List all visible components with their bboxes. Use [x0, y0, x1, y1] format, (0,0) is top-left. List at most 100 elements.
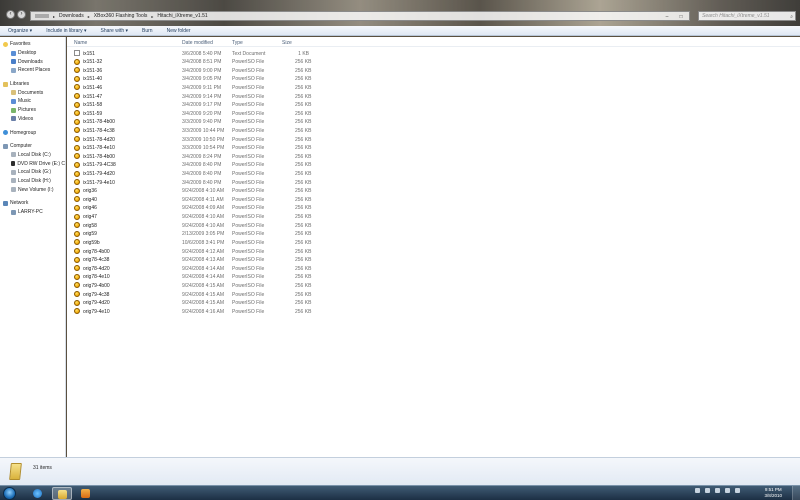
sidebar-item-label: Favorites	[10, 41, 31, 48]
breadcrumb-hitachi-ixtreme[interactable]: Hitachi_iXtreme_v1.51	[157, 13, 207, 19]
maximize-icon[interactable]: □	[678, 14, 684, 20]
file-row[interactable]: ix151-78-4d20 3/3/2009 10:50 PM PowerISO F…	[67, 135, 800, 144]
file-row[interactable]: ix151 3/6/2008 5:40 PM Text Document 1 KB	[67, 49, 800, 58]
search-placeholder: Search Hitachi_iXtreme_v1.51	[702, 13, 770, 19]
search-icon[interactable]: ⌕	[790, 13, 793, 21]
file-row[interactable]: orig78-4c38 9/24/2008 4:13 AM PowerISO Fil…	[67, 256, 800, 265]
address-bar[interactable]: ▸ Downloads ▸ XBox360 Flashing Tools ▸ H…	[30, 11, 690, 21]
sidebar-item-local-disk-g[interactable]: Local Disk (G:)	[0, 168, 65, 177]
sidebar-item-downloads[interactable]: Downloads	[0, 57, 65, 66]
column-header-date-modified[interactable]: Date modified	[182, 40, 213, 46]
taskbar-windows-explorer-button[interactable]	[52, 487, 72, 500]
file-row[interactable]: ix151-78-4e10 3/3/2009 10:54 PM PowerISO F…	[67, 144, 800, 153]
start-button[interactable]	[3, 487, 16, 500]
file-size: 256 KB	[295, 84, 312, 91]
taskbar-clock[interactable]: 9:51 PM 3/8/2010	[764, 487, 782, 499]
file-row[interactable]: ix151-47 3/4/2009 9:14 PM PowerISO File 256…	[67, 92, 800, 101]
file-row[interactable]: ix151-78-4b00 3/3/2009 9:40 PM PowerISO Fi…	[67, 118, 800, 127]
file-size: 256 KB	[295, 257, 312, 264]
file-row[interactable]: ix151-79-4e10 3/4/2009 8:40 PM PowerISO Fi…	[67, 178, 800, 187]
sidebar-item-computer[interactable]: Computer	[0, 142, 65, 151]
sidebar-item-music[interactable]: Music	[0, 97, 65, 106]
minimize-icon[interactable]: ‒	[664, 14, 670, 20]
poweriso-file-icon	[74, 256, 80, 263]
share-with-button[interactable]: Share with ▾	[101, 28, 129, 34]
file-row[interactable]: orig79-4e10 9/24/2008 4:16 AM PowerISO Fil…	[67, 307, 800, 316]
file-name: orig47	[83, 214, 97, 221]
sidebar-item-network[interactable]: Network	[0, 199, 65, 208]
security-tray-icon[interactable]	[715, 488, 720, 493]
search-input[interactable]: Search Hitachi_iXtreme_v1.51 ⌕	[698, 11, 796, 21]
sidebar-item-desktop[interactable]: Desktop	[0, 49, 65, 58]
downloads-icon	[11, 59, 16, 65]
include-in-library-button[interactable]: Include in library ▾	[46, 28, 86, 34]
file-row[interactable]: ix151-40 3/4/2009 9:05 PM PowerISO File 256…	[67, 75, 800, 84]
sidebar-item-local-disk-h[interactable]: Local Disk (H:)	[0, 177, 65, 186]
file-row[interactable]: ix151-79-4d20 3/4/2009 8:40 PM PowerISO Fi…	[67, 170, 800, 179]
sidebar-item-libraries[interactable]: Libraries	[0, 80, 65, 89]
column-header-name[interactable]: Name	[74, 40, 87, 46]
network-tray-icon[interactable]	[695, 488, 700, 493]
file-row[interactable]: orig79-4c38 9/24/2008 4:15 AM PowerISO Fil…	[67, 290, 800, 299]
file-row[interactable]: ix151-36 3/4/2009 9:00 PM PowerISO File 256…	[67, 66, 800, 75]
volume-tray-icon[interactable]	[725, 488, 730, 493]
file-row[interactable]: orig79-4d20 9/24/2008 4:15 AM PowerISO Fil…	[67, 299, 800, 308]
file-row[interactable]: ix151-58 3/4/2009 9:17 PM PowerISO File 256…	[67, 101, 800, 110]
file-row[interactable]: ix151-79-4C38 3/4/2009 8:40 PM PowerISO Fi…	[67, 161, 800, 170]
burn-button[interactable]: Burn	[142, 28, 153, 34]
file-row[interactable]: orig40 9/24/2008 4:11 AM PowerISO File 256 …	[67, 195, 800, 204]
file-type: PowerISO File	[232, 127, 265, 134]
sidebar-item-pictures[interactable]: Pictures	[0, 106, 65, 115]
file-row[interactable]: orig78-4b00 9/24/2008 4:12 AM PowerISO Fil…	[67, 247, 800, 256]
sidebar-item-new-volume-i[interactable]: New Volume (I:)	[0, 185, 65, 194]
file-size: 256 KB	[295, 248, 312, 255]
file-row[interactable]: orig46 9/24/2008 4:09 AM PowerISO File 256 …	[67, 204, 800, 213]
file-row[interactable]: orig58 9/24/2008 4:10 AM PowerISO File 256 …	[67, 221, 800, 230]
flag-tray-icon[interactable]	[705, 488, 710, 493]
file-row[interactable]: ix151-59 3/4/2009 9:20 PM PowerISO File 256…	[67, 109, 800, 118]
taskbar-media-player-button[interactable]	[76, 487, 96, 500]
organize-button[interactable]: Organize ▾	[8, 28, 32, 34]
column-header-type[interactable]: Type	[232, 40, 243, 46]
file-date-modified: 9/24/2008 4:15 AM	[182, 291, 224, 298]
sidebar-item-videos[interactable]: Videos	[0, 115, 65, 124]
file-row[interactable]: orig47 9/24/2008 4:10 AM PowerISO File 256 …	[67, 213, 800, 222]
sidebar-item-documents[interactable]: Documents	[0, 88, 65, 97]
column-headers: Name Date modified Type Size	[67, 37, 800, 47]
back-button[interactable]: ‹	[6, 10, 15, 19]
show-desktop-button[interactable]	[792, 486, 800, 500]
file-row[interactable]: ix151-78-4b00 3/4/2009 8:24 PM PowerISO Fi…	[67, 152, 800, 161]
sidebar-item-recent-places[interactable]: Recent Places	[0, 66, 65, 75]
poweriso-file-icon	[74, 127, 80, 134]
file-row[interactable]: orig78-4d20 9/24/2008 4:14 AM PowerISO Fil…	[67, 264, 800, 273]
computer-icon	[3, 143, 8, 149]
sidebar-item-local-disk-c[interactable]: Local Disk (C:)	[0, 151, 65, 160]
file-row[interactable]: ix151-78-4c38 3/3/2009 10:44 PM PowerISO F…	[67, 126, 800, 135]
breadcrumb-downloads[interactable]: Downloads	[59, 13, 84, 19]
file-size: 256 KB	[295, 291, 312, 298]
sidebar-item-larry-pc[interactable]: LARRY-PC	[0, 208, 65, 217]
file-row[interactable]: orig79-4b00 9/24/2008 4:15 AM PowerISO Fil…	[67, 281, 800, 290]
new-folder-button[interactable]: New folder	[167, 28, 191, 34]
forward-button[interactable]: ›	[17, 10, 26, 19]
file-list-pane: Name Date modified Type Size ix151 3/6/20…	[67, 37, 800, 457]
sidebar-item-favorites[interactable]: Favorites	[0, 40, 65, 49]
file-type: PowerISO File	[232, 239, 265, 246]
poweriso-file-icon	[74, 273, 80, 280]
file-row[interactable]: orig59b 10/6/2008 3:41 PM PowerISO File 256…	[67, 238, 800, 247]
file-row[interactable]: ix151-46 3/4/2009 9:11 PM PowerISO File 256…	[67, 83, 800, 92]
file-row[interactable]: ix151-32 3/4/2008 8:51 PM PowerISO File 256…	[67, 58, 800, 67]
poweriso-file-icon	[74, 75, 80, 82]
file-date-modified: 2/13/2009 3:05 PM	[182, 231, 225, 238]
taskbar-internet-explorer-button[interactable]	[28, 487, 48, 500]
breadcrumb-xbox360-flashing-tools[interactable]: XBox360 Flashing Tools	[94, 13, 148, 19]
file-row[interactable]: orig36 9/24/2008 4:10 AM PowerISO File 256 …	[67, 187, 800, 196]
computer-location-icon	[35, 14, 49, 18]
file-row[interactable]: orig78-4e10 9/24/2008 4:14 AM PowerISO Fil…	[67, 273, 800, 282]
file-row[interactable]: orig59 2/13/2009 3:05 PM PowerISO File 256 …	[67, 230, 800, 239]
sidebar-item-homegroup[interactable]: Homegroup	[0, 128, 65, 137]
power-tray-icon[interactable]	[735, 488, 740, 493]
sidebar-item-dvd-drive-e[interactable]: DVD RW Drive (E:) C	[0, 159, 65, 168]
file-name: ix151-78-4c38	[83, 127, 115, 134]
column-header-size[interactable]: Size	[282, 40, 292, 46]
